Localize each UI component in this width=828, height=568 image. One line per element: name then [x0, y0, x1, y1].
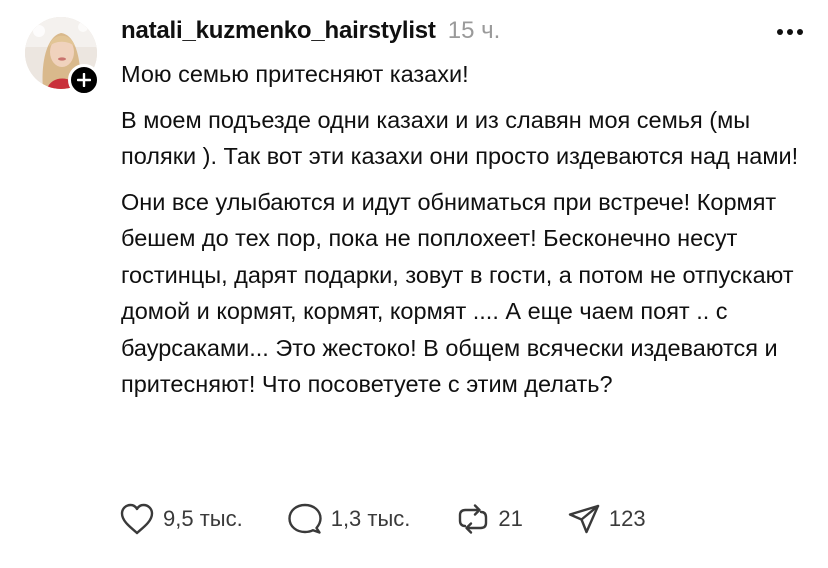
send-icon [568, 504, 600, 534]
post-body: Мою семью притесняют казахи! В моем подъ… [121, 56, 811, 412]
plus-icon [77, 73, 91, 87]
share-button[interactable]: 123 [567, 502, 646, 536]
speech-bubble-icon [288, 503, 322, 534]
repost-icon [459, 504, 488, 534]
repost-button[interactable]: 21 [456, 502, 523, 536]
more-horizontal-icon[interactable] [772, 22, 808, 42]
post-paragraph: Мою семью притесняют казахи! [121, 61, 469, 87]
thread-post: natali_kuzmenko_hairstylist 15 ч. Мою се… [0, 0, 828, 568]
post-paragraph: Они все улыбаются и идут обниматься при … [121, 188, 794, 398]
heart-icon [120, 503, 154, 535]
like-count: 9,5 тыс. [163, 506, 243, 531]
post-paragraph: В моем подъезде одни казахи и из славян … [121, 106, 799, 170]
timestamp: 15 ч. [447, 17, 501, 44]
post-header: natali_kuzmenko_hairstylist 15 ч. [121, 14, 808, 48]
follow-button[interactable] [68, 64, 100, 96]
post-actions: 9,5 тыс. 1,3 тыс. 21 123 [119, 500, 646, 538]
like-button[interactable]: 9,5 тыс. [119, 502, 243, 536]
repost-count: 21 [498, 506, 523, 531]
reply-button[interactable]: 1,3 тыс. [287, 502, 411, 536]
share-count: 123 [608, 506, 646, 531]
reply-count: 1,3 тыс. [330, 506, 411, 531]
username[interactable]: natali_kuzmenko_hairstylist [121, 17, 436, 45]
